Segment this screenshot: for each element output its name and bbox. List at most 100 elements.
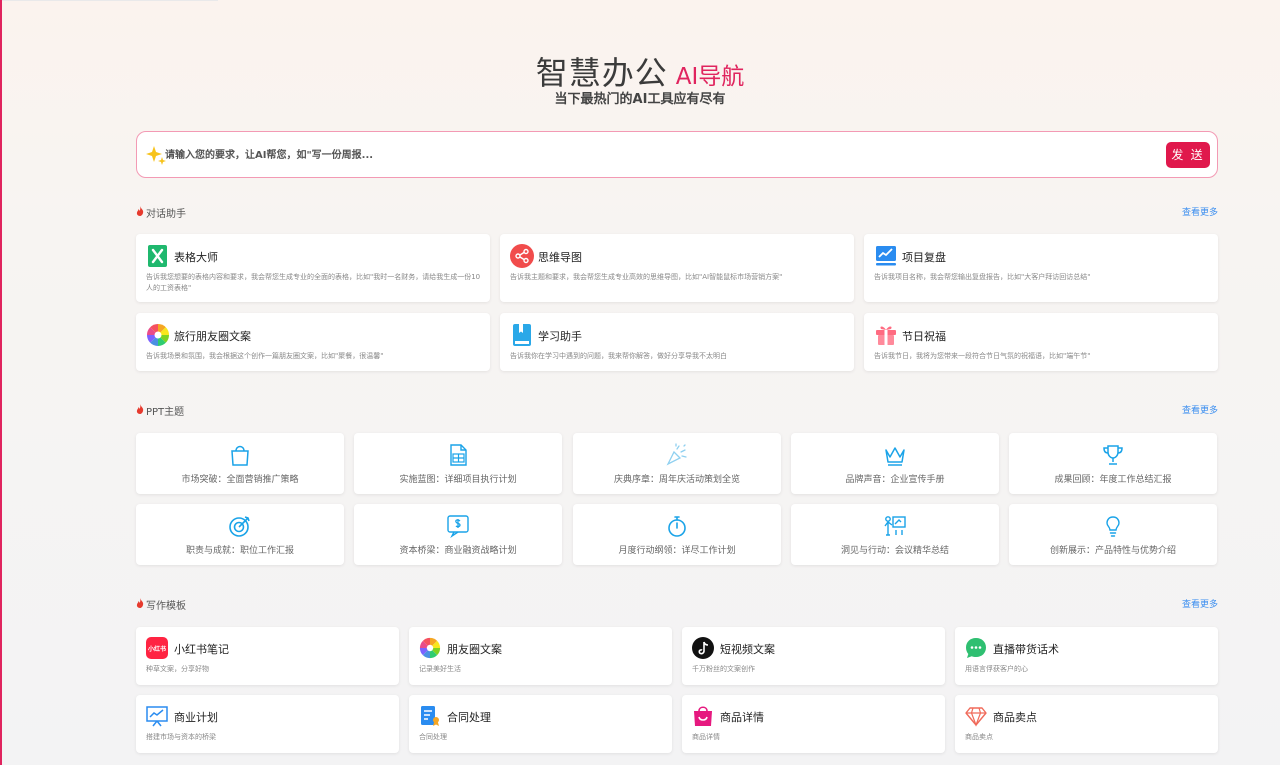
chat-card-desc: 告诉我您想要的表格内容和要求，我会帮您生成专业的全面的表格，比如"我时一名财务，… [146,273,481,292]
ppt-card-capital-bridge[interactable]: 资本桥梁：商业融资战略计划 [354,504,562,565]
template-card-desc: 搭建市场与资本的桥梁 [146,733,216,741]
lightbulb-icon [1106,516,1120,537]
chat-card-desc: 告诉我你在学习中遇到的问题，我来帮你解答，做好分享导我不太明白 [510,352,727,360]
ppt-card-label: 庆典序章：周年庆活动策划全览 [613,475,740,485]
view-more-ppt-link[interactable]: 查看更多 [1182,403,1218,416]
party-popper-icon [666,443,687,466]
top-edge-line [2,0,218,1]
shopping-bag-icon [231,445,249,466]
chat-card-name: 项目复盘 [902,251,946,264]
template-card-desc: 种草文案，分享好物 [146,665,209,673]
page-title-main: 智慧办公 [535,54,668,92]
ppt-card-implementation-blueprint[interactable]: 实施蓝图：详细项目执行计划 [354,433,562,494]
ppt-card-brand-voice[interactable]: 品牌声音：企业宣传手册 [791,433,999,494]
ppt-card-duties-achievements[interactable]: 职责与成就：职位工作汇报 [136,504,344,565]
ppt-card-celebration[interactable]: 庆典序章：周年庆活动策划全览 [573,433,781,494]
stopwatch-icon [668,516,686,537]
template-card-moments[interactable]: 朋友圈文案 记录美好生活 [409,627,672,685]
chat-card-desc: 告诉我节日，我将为您带来一段符合节日气氛的祝福语，比如"端午节" [874,352,1091,360]
template-card-business-plan[interactable]: 商业计划 搭建市场与资本的桥梁 [136,695,399,753]
diamond-icon [965,707,987,727]
template-card-desc: 商品卖点 [965,733,993,741]
template-card-contract[interactable]: 合同处理 合同处理 [409,695,672,753]
contract-icon [421,706,439,726]
gift-icon [876,326,896,345]
chat-card-mindmap[interactable]: 思维导图 告诉我主题和要求，我会帮您生成专业高效的思维导图，比如"AI智能鼠标市… [500,234,854,302]
template-card-xiaohongshu[interactable]: 小红书 小红书笔记 种草文案，分享好物 [136,627,399,685]
shopping-bag-pink-icon [694,706,712,726]
tiktok-icon [692,637,714,659]
template-card-desc: 用语言俘获客户的心 [965,665,1028,673]
chart-board-icon [876,246,896,266]
chat-card-travel-moments[interactable]: 旅行朋友圈文案 告诉我场景和氛围，我会根据这个创作一篇朋友圈文案，比如"聚餐，很… [136,313,490,371]
template-card-desc: 商品详情 [692,733,720,741]
chat-card-holiday-wishes[interactable]: 节日祝福 告诉我节日，我将为您带来一段符合节日气氛的祝福语，比如"端午节" [864,313,1218,371]
document-table-icon [450,444,467,466]
view-more-chat-link[interactable]: 查看更多 [1182,205,1218,218]
book-icon [513,324,531,346]
meeting-board-icon [884,516,906,536]
template-card-selling-points[interactable]: 商品卖点 商品卖点 [955,695,1218,753]
section-title-chat: 对话助手 [146,209,186,220]
chat-card-project-review[interactable]: 项目复盘 告诉我项目名称，我会帮您输出复盘报告，比如"大客户拜访回访总结" [864,234,1218,302]
section-header-writing: 写作模板 查看更多 [136,597,1218,612]
chat-card-name: 旅行朋友圈文案 [174,330,251,343]
template-card-name: 商品详情 [720,711,764,724]
section-title-writing: 写作模板 [146,601,186,612]
template-card-short-video[interactable]: 短视频文案 千万粉丝的文案创作 [682,627,945,685]
chat-bubble-icon [966,638,986,658]
page-title-ai: AI导航 [675,64,745,90]
presentation-icon [146,706,168,727]
ppt-card-market-breakthrough[interactable]: 市场突破：全面营销推广策略 [136,433,344,494]
sparkle-icon [146,146,166,165]
ppt-card-insight-action[interactable]: 洞见与行动：会议精华总结 [791,504,999,565]
ppt-card-innovation-showcase[interactable]: 创新展示：产品特性与优势介绍 [1009,504,1217,565]
template-card-desc: 记录美好生活 [419,665,461,673]
template-card-name: 短视频文案 [720,643,775,656]
money-chat-icon [447,515,469,538]
svg-text:小红书: 小红书 [147,645,166,653]
chat-card-desc: 告诉我主题和要求，我会帮您生成专业高效的思维导图，比如"AI智能鼠标市场营销方案… [510,273,783,281]
chat-card-desc: 告诉我项目名称，我会帮您输出复盘报告，比如"大客户拜访回访总结" [874,273,1091,281]
section-title-ppt: PPT主题 [146,407,185,418]
ppt-card-label: 职责与成就：职位工作汇报 [185,546,294,556]
xiaohongshu-icon: 小红书 [146,637,168,659]
chat-card-name: 表格大师 [174,251,218,264]
template-card-desc: 千万粉丝的文案创作 [692,665,755,673]
ppt-card-results-review[interactable]: 成果回顾：年度工作总结汇报 [1009,433,1217,494]
ppt-card-label: 实施蓝图：详细项目执行计划 [399,475,517,485]
chat-card-study-assistant[interactable]: 学习助手 告诉我你在学习中遇到的问题，我来帮你解答，做好分享导我不太明白 [500,313,854,371]
template-card-name: 合同处理 [447,711,491,724]
section-header-chat: 对话助手 查看更多 [136,205,1218,220]
chat-card-desc: 告诉我场景和氛围，我会根据这个创作一篇朋友圈文案，比如"聚餐，很温馨" [146,352,384,360]
chat-card-name: 思维导图 [538,251,582,264]
chat-card-table-master[interactable]: 表格大师 告诉我您想要的表格内容和要求，我会帮您生成专业的全面的表格，比如"我时… [136,234,490,302]
pinwheel-icon [419,637,441,659]
ppt-card-label: 创新展示：产品特性与优势介绍 [1049,546,1176,556]
fire-icon [136,598,144,608]
target-icon [229,516,250,537]
prompt-bar: 发 送 [136,131,1218,178]
ppt-card-monthly-plan[interactable]: 月度行动纲领：详尽工作计划 [573,504,781,565]
ppt-card-label: 品牌声音：企业宣传手册 [845,475,945,485]
template-card-name: 商业计划 [174,711,218,724]
ppt-card-label: 成果回顾：年度工作总结汇报 [1054,475,1172,485]
ppt-card-label: 资本桥梁：商业融资战略计划 [399,546,517,556]
template-card-name: 直播带货话术 [993,643,1059,656]
ppt-card-label: 月度行动纲领：详尽工作计划 [618,546,736,556]
send-button[interactable]: 发 送 [1166,142,1210,168]
template-card-name: 小红书笔记 [174,643,229,656]
trophy-icon [1103,445,1123,465]
chat-card-name: 节日祝福 [902,330,946,343]
template-card-product-details[interactable]: 商品详情 商品详情 [682,695,945,753]
excel-icon [148,245,167,267]
fire-icon [136,206,144,216]
chat-card-name: 学习助手 [538,330,582,343]
mindmap-icon [510,244,534,268]
prompt-input[interactable] [165,143,1145,167]
left-edge-line [0,0,2,765]
template-card-name: 商品卖点 [993,711,1037,724]
crown-icon [885,447,905,466]
template-card-live-sales[interactable]: 直播带货话术 用语言俘获客户的心 [955,627,1218,685]
view-more-writing-link[interactable]: 查看更多 [1182,597,1218,610]
